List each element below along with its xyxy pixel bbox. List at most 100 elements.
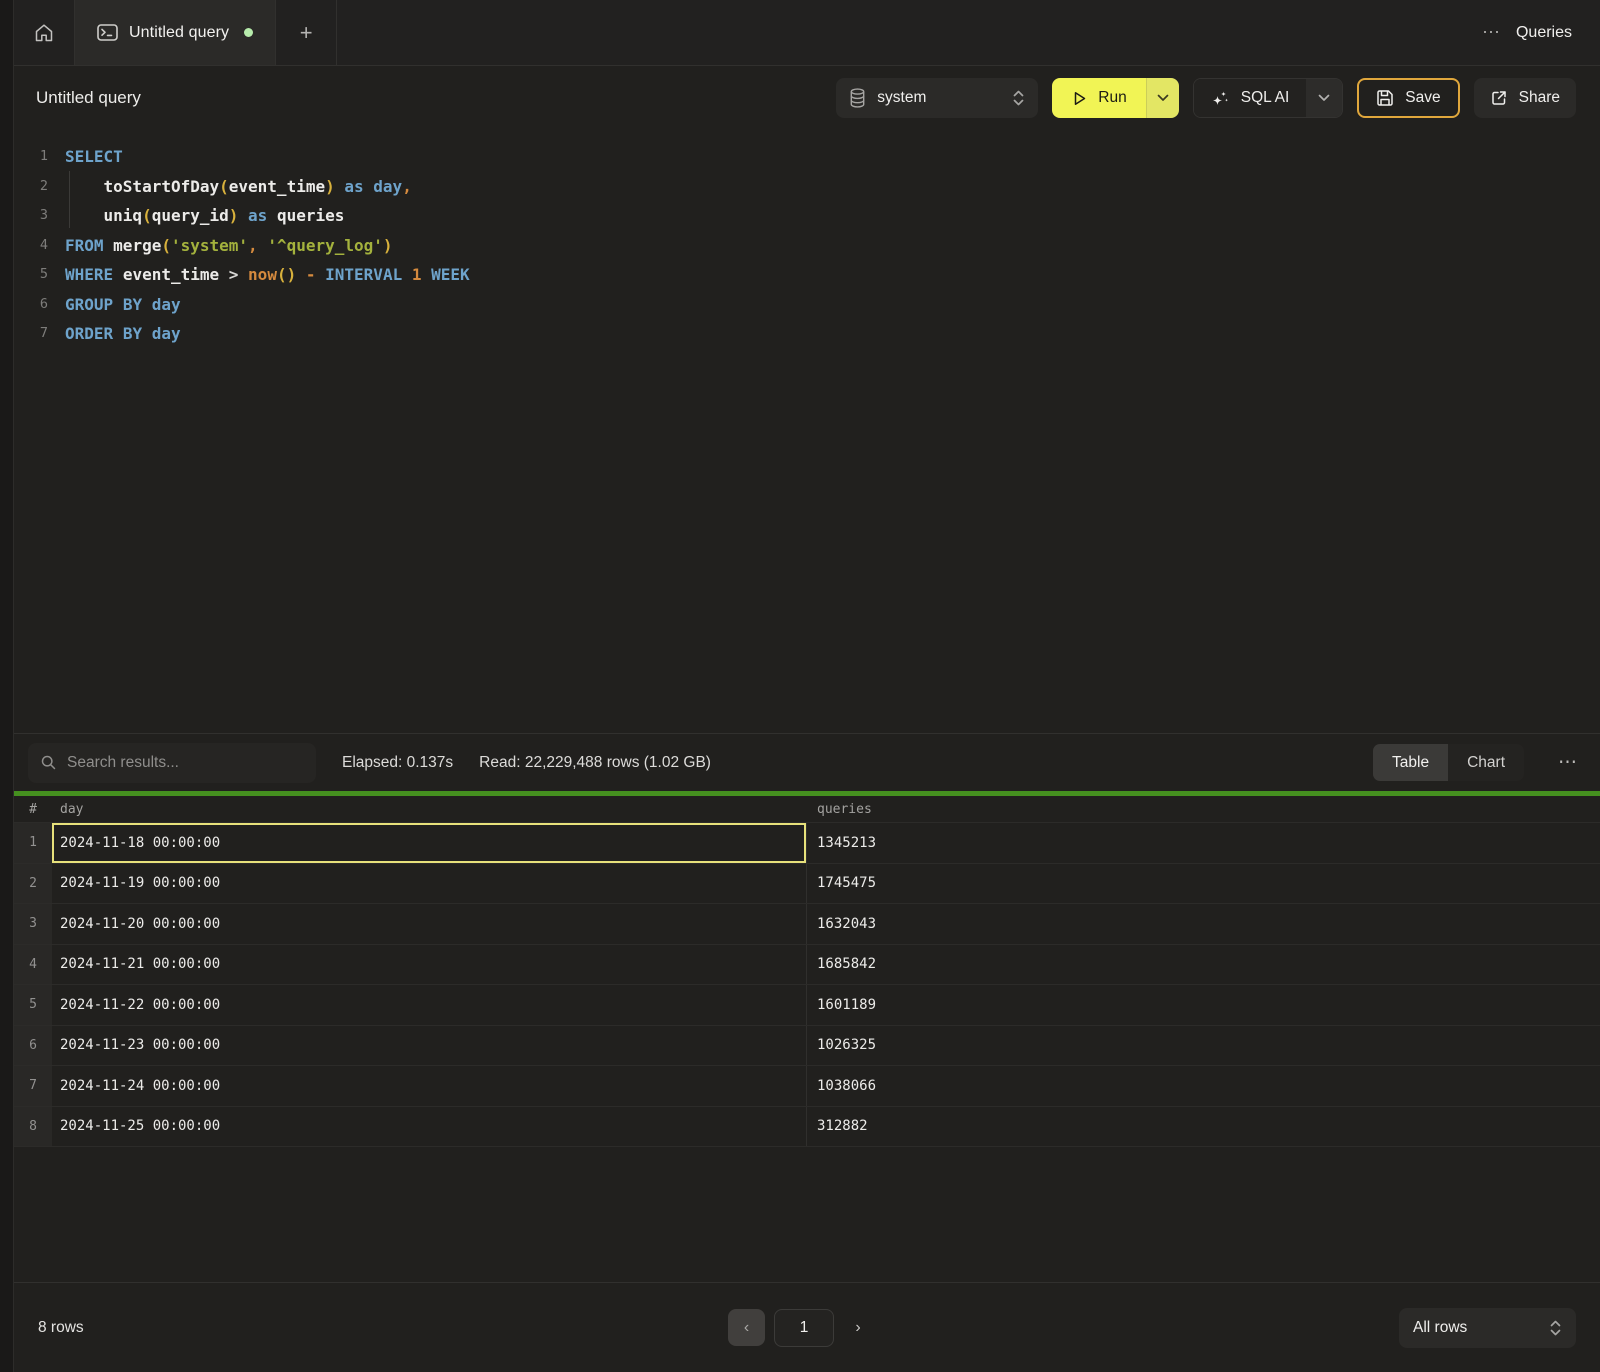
cell-queries[interactable]: 1745475 — [807, 864, 1600, 904]
updown-chevron-icon — [1549, 1319, 1562, 1337]
line-number: 3 — [14, 201, 48, 231]
read-label: Read: 22,229,488 rows (1.02 GB) — [479, 754, 711, 772]
database-selector[interactable]: system — [836, 78, 1038, 118]
code-line: 2 toStartOfDay(event_time) as day, — [14, 172, 1600, 202]
run-button[interactable]: Run — [1052, 78, 1145, 118]
updown-chevron-icon — [1012, 89, 1025, 107]
cell-day[interactable]: 2024-11-19 00:00:00 — [52, 864, 807, 904]
row-number: 1 — [14, 823, 52, 863]
code-text: WHERE event_time > now() - INTERVAL 1 WE… — [48, 260, 470, 290]
tab-untitled-query[interactable]: Untitled query — [75, 0, 276, 65]
query-toolbar: Untitled query system — [14, 66, 1600, 130]
cell-queries[interactable]: 1038066 — [807, 1066, 1600, 1106]
home-button[interactable] — [14, 0, 75, 65]
cell-queries[interactable]: 1026325 — [807, 1026, 1600, 1066]
column-header-queries[interactable]: queries — [807, 802, 1600, 817]
search-icon — [40, 754, 57, 771]
sql-ai-label: SQL AI — [1241, 89, 1290, 107]
cell-day[interactable]: 2024-11-25 00:00:00 — [52, 1107, 807, 1147]
row-number: 8 — [14, 1107, 52, 1147]
save-button[interactable]: Save — [1357, 78, 1459, 118]
cell-day[interactable]: 2024-11-18 00:00:00 — [52, 823, 807, 863]
chevron-right-icon: › — [855, 1319, 860, 1337]
tab-label: Untitled query — [129, 24, 229, 42]
cell-day[interactable]: 2024-11-20 00:00:00 — [52, 904, 807, 944]
results-empty-area — [14, 1147, 1600, 1282]
sql-ai-options-button[interactable] — [1306, 79, 1342, 117]
row-number: 2 — [14, 864, 52, 904]
cell-queries[interactable]: 312882 — [807, 1107, 1600, 1147]
results-toolbar: Elapsed: 0.137s Read: 22,229,488 rows (1… — [14, 733, 1600, 791]
row-number: 4 — [14, 945, 52, 985]
queries-panel-toggle[interactable]: ⋯ Queries — [1482, 0, 1600, 65]
sql-ai-split-button: SQL AI — [1193, 78, 1344, 118]
cell-day[interactable]: 2024-11-24 00:00:00 — [52, 1066, 807, 1106]
share-button[interactable]: Share — [1474, 78, 1576, 118]
pagination-page-button[interactable]: 1 — [774, 1309, 834, 1347]
pagination: ‹ 1 › — [728, 1309, 873, 1347]
sparkles-icon — [1211, 89, 1230, 108]
code-text: ORDER BY day — [48, 319, 181, 349]
pagination-next-button[interactable]: › — [843, 1309, 873, 1346]
table-row: 72024-11-24 00:00:001038066 — [14, 1066, 1600, 1107]
code-line: 1SELECT — [14, 142, 1600, 172]
tab-chart[interactable]: Chart — [1448, 744, 1524, 781]
indent-guide — [69, 171, 70, 228]
tab-table[interactable]: Table — [1373, 744, 1448, 781]
search-input[interactable] — [67, 754, 304, 772]
row-number: 7 — [14, 1066, 52, 1106]
save-icon — [1376, 89, 1394, 107]
plus-icon: + — [300, 20, 313, 46]
results-footer: 8 rows ‹ 1 › All rows — [14, 1282, 1600, 1372]
sql-console: Untitled query + ⋯ Queries Untitled quer… — [14, 0, 1600, 1372]
ellipsis-icon: ⋯ — [1482, 22, 1501, 43]
code-text: uniq(query_id) as queries — [48, 201, 344, 231]
line-number: 7 — [14, 319, 48, 349]
cell-queries[interactable]: 1632043 — [807, 904, 1600, 944]
run-split-button: Run — [1052, 78, 1178, 118]
cell-day[interactable]: 2024-11-23 00:00:00 — [52, 1026, 807, 1066]
cell-queries[interactable]: 1601189 — [807, 985, 1600, 1025]
save-label: Save — [1405, 89, 1440, 107]
elapsed-label: Elapsed: 0.137s — [342, 754, 453, 772]
database-icon — [849, 88, 866, 108]
view-switcher: Table Chart — [1373, 744, 1524, 781]
row-number: 5 — [14, 985, 52, 1025]
run-label: Run — [1098, 89, 1126, 107]
ellipsis-icon: ⋯ — [1558, 752, 1578, 773]
unsaved-indicator-dot — [244, 28, 253, 37]
results-more-button[interactable]: ⋯ — [1550, 751, 1586, 774]
sql-ai-button[interactable]: SQL AI — [1194, 79, 1307, 117]
tab-bar-spacer — [337, 0, 1482, 65]
table-row: 12024-11-18 00:00:001345213 — [14, 823, 1600, 864]
pagination-prev-button[interactable]: ‹ — [728, 1309, 765, 1346]
cell-day[interactable]: 2024-11-21 00:00:00 — [52, 945, 807, 985]
line-number: 5 — [14, 260, 48, 290]
collapsed-sidebar[interactable] — [0, 0, 14, 1372]
run-options-button[interactable] — [1146, 78, 1179, 118]
search-box[interactable] — [28, 743, 316, 783]
new-tab-button[interactable]: + — [276, 0, 337, 65]
table-row: 22024-11-19 00:00:001745475 — [14, 864, 1600, 905]
cell-queries[interactable]: 1685842 — [807, 945, 1600, 985]
cell-day[interactable]: 2024-11-22 00:00:00 — [52, 985, 807, 1025]
code-line: 6GROUP BY day — [14, 290, 1600, 320]
row-number: 6 — [14, 1026, 52, 1066]
results-table-body: 12024-11-18 00:00:00134521322024-11-19 0… — [14, 823, 1600, 1147]
code-text: GROUP BY day — [48, 290, 181, 320]
code-line: 4FROM merge('system', '^query_log') — [14, 231, 1600, 261]
column-header-day[interactable]: day — [52, 802, 807, 817]
sql-editor[interactable]: 1SELECT2 toStartOfDay(event_time) as day… — [14, 130, 1600, 733]
line-number: 4 — [14, 231, 48, 261]
line-number: 2 — [14, 172, 48, 202]
cell-queries[interactable]: 1345213 — [807, 823, 1600, 863]
page-title: Untitled query — [36, 88, 141, 108]
tab-bar: Untitled query + ⋯ Queries — [14, 0, 1600, 66]
results-table-header: # day queries — [14, 796, 1600, 823]
code-text: SELECT — [48, 142, 123, 172]
row-number: 3 — [14, 904, 52, 944]
chevron-left-icon: ‹ — [744, 1319, 749, 1337]
page-size-selector[interactable]: All rows — [1399, 1308, 1576, 1348]
line-number: 1 — [14, 142, 48, 172]
code-line: 7ORDER BY day — [14, 319, 1600, 349]
